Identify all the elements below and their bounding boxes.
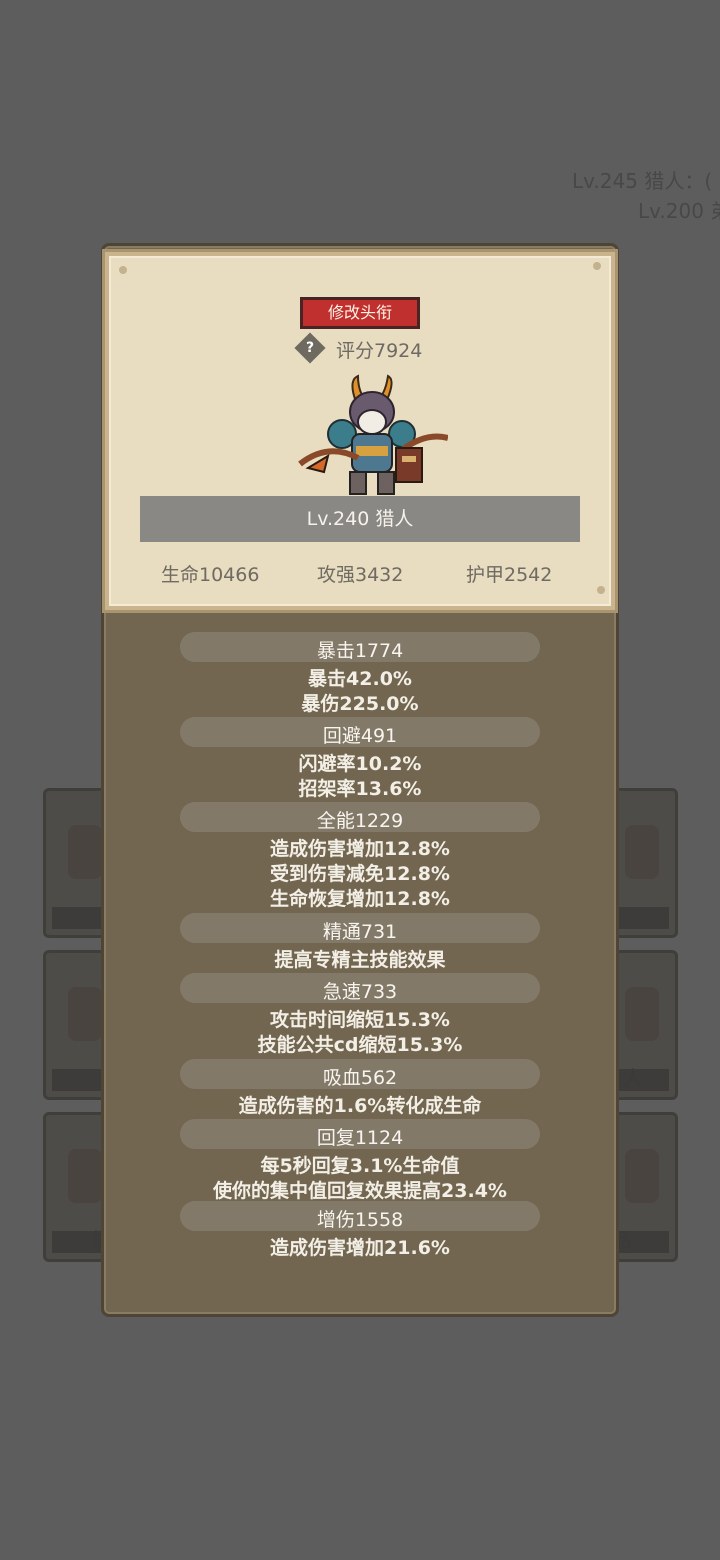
stat-header-damage-bonus: 增伤1558: [316, 1209, 404, 1231]
background-hero-line-1: Lv.245 猎人：(: [572, 169, 713, 193]
hp-stat: 生命10466: [161, 564, 260, 586]
edit-title-button[interactable]: 修改头衔: [300, 297, 420, 329]
background-slot-label: 人: [623, 1066, 643, 1090]
stat-detail: 造成伤害的1.6%转化成生命: [238, 1095, 482, 1117]
hunter-character-sprite: [298, 374, 448, 495]
stat-header-haste: 急速733: [322, 981, 398, 1003]
stat-detail: 造成伤害增加12.8%: [270, 838, 450, 860]
stat-header-leech: 吸血562: [322, 1067, 398, 1089]
stat-detail: 招架率13.6%: [298, 778, 422, 800]
attack-power-stat: 攻强3432: [317, 564, 404, 586]
stat-header-regen: 回复1124: [316, 1127, 404, 1149]
stat-header-versatility: 全能1229: [316, 810, 404, 832]
armor-stat: 护甲2542: [466, 564, 553, 586]
help-icon-glyph[interactable]: ?: [299, 337, 321, 359]
stat-header-crit: 暴击1774: [316, 640, 404, 662]
stat-detail: 提高专精主技能效果: [274, 949, 446, 971]
stat-detail: 技能公共cd缩短15.3%: [257, 1034, 463, 1056]
stat-detail: 暴击42.0%: [308, 668, 412, 690]
hero-name-level: Lv.240 猎人: [140, 496, 580, 542]
stat-detail: 使你的集中值回复效果提高23.4%: [213, 1180, 507, 1202]
stat-header-dodge: 回避491: [322, 725, 398, 747]
stat-detail: 攻击时间缩短15.3%: [270, 1009, 450, 1031]
stat-detail: 闪避率10.2%: [298, 753, 422, 775]
stat-detail: 受到伤害减免12.8%: [270, 863, 450, 885]
stat-detail: 生命恢复增加12.8%: [270, 888, 450, 910]
stat-detail: 每5秒回复3.1%生命值: [260, 1155, 460, 1177]
stat-detail: 暴伤225.0%: [301, 693, 419, 715]
stat-detail: 造成伤害增加21.6%: [270, 1237, 450, 1259]
background-hero-line-2: Lv.200 弟: [638, 199, 720, 223]
score-label: 评分7924: [336, 340, 423, 362]
stat-header-mastery: 精通731: [322, 921, 398, 943]
